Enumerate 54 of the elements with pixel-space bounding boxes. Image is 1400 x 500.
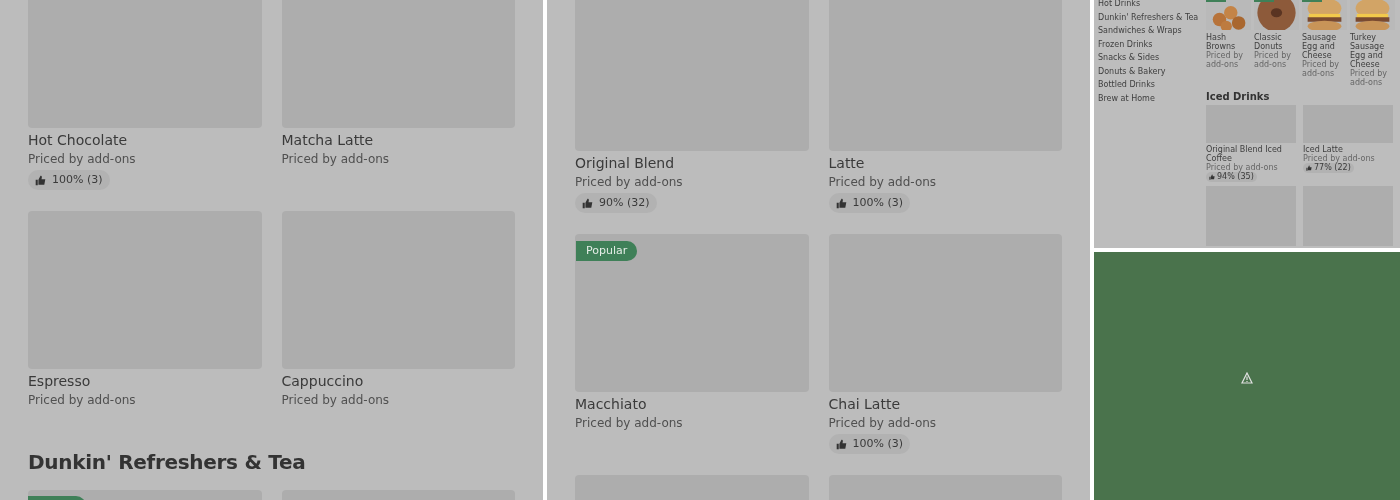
category-link[interactable]: Snacks & Sides xyxy=(1098,51,1206,65)
product-title[interactable]: Iced Latte xyxy=(1303,145,1393,154)
product-title[interactable]: Matcha Latte xyxy=(281,131,515,149)
price-note: Priced by add-ons xyxy=(828,415,938,432)
rating-text: 100% (3) xyxy=(52,171,103,188)
thumbs-up-icon xyxy=(835,438,847,450)
price-note: Priced by add-ons xyxy=(1206,51,1244,69)
product-title[interactable]: Latte xyxy=(828,154,1062,172)
product-title[interactable]: Macchiato xyxy=(575,395,809,413)
price-note: Priced by add-ons xyxy=(575,415,684,432)
rating-text: 90% (32) xyxy=(599,194,650,211)
popular-badge: Popular xyxy=(576,241,638,261)
category-link[interactable]: Brew at Home xyxy=(1098,91,1206,105)
thumbs-up-icon xyxy=(1209,174,1215,180)
thumbs-up-icon xyxy=(35,174,46,186)
rating-text: 77% (22) xyxy=(1314,163,1351,173)
warning-icon xyxy=(1241,372,1253,384)
category-link[interactable]: Hot Drinks xyxy=(1098,0,1206,11)
price-note: Priced by add-ons xyxy=(28,392,137,409)
thumbs-up-icon xyxy=(1306,165,1312,171)
product-title[interactable]: Classic Donuts xyxy=(1254,33,1299,51)
price-note: Priced by add-ons xyxy=(281,151,391,168)
category-link[interactable]: Bottled Drinks xyxy=(1098,78,1206,92)
price-note: Priced by add-ons xyxy=(1350,69,1388,87)
section-heading: Iced Drinks xyxy=(1206,91,1271,104)
product-title[interactable]: Turkey Sausage Egg and Cheese xyxy=(1350,33,1395,69)
rating-text: 100% (3) xyxy=(852,194,904,211)
product-title[interactable]: Original Blend xyxy=(575,154,809,172)
category-link[interactable]: Donuts & Bakery xyxy=(1098,64,1206,78)
product-title[interactable]: Hash Browns xyxy=(1206,33,1251,51)
thumbs-up-icon xyxy=(582,197,593,209)
category-link[interactable]: Dunkin' Refreshers & Tea xyxy=(1098,10,1206,24)
thumbs-up-icon xyxy=(835,197,847,209)
price-note: Priced by add-ons xyxy=(575,174,684,191)
price-note: Priced by add-ons xyxy=(28,151,137,168)
product-title[interactable]: Hot Chocolate xyxy=(28,131,262,149)
product-title[interactable]: Espresso xyxy=(28,372,262,390)
category-link[interactable]: Frozen Drinks xyxy=(1098,37,1206,51)
price-note: Priced by add-ons xyxy=(281,392,391,409)
rating-text: 94% (35) xyxy=(1217,172,1254,182)
product-title[interactable]: Chai Latte xyxy=(828,395,1062,413)
image-placeholder[interactable]: Popular xyxy=(575,234,809,392)
price-note: Priced by add-ons xyxy=(1303,154,1376,163)
price-note: Priced by add-ons xyxy=(1302,60,1340,78)
rating-text: 100% (3) xyxy=(852,435,904,452)
product-title[interactable]: Original Blend Iced Coffee xyxy=(1206,145,1296,163)
price-note: Priced by add-ons xyxy=(1206,163,1279,172)
category-link[interactable]: Sandwiches & Wraps xyxy=(1098,24,1206,38)
section-heading: Dunkin' Refreshers & Tea xyxy=(28,452,306,472)
product-title[interactable]: Cappuccino xyxy=(281,372,515,390)
price-note: Priced by add-ons xyxy=(828,174,938,191)
product-photo[interactable] xyxy=(1254,0,1299,30)
product-title[interactable]: Sausage Egg and Cheese xyxy=(1302,33,1347,60)
price-note: Priced by add-ons xyxy=(1254,51,1292,69)
